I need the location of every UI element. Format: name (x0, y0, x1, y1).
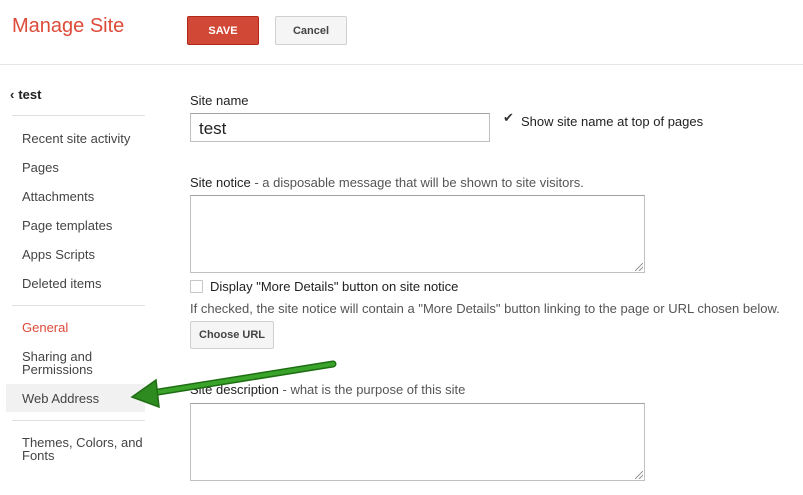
arrow-shaft (150, 362, 335, 395)
arrow-head (130, 378, 160, 409)
annotation-arrow-icon (130, 360, 337, 409)
